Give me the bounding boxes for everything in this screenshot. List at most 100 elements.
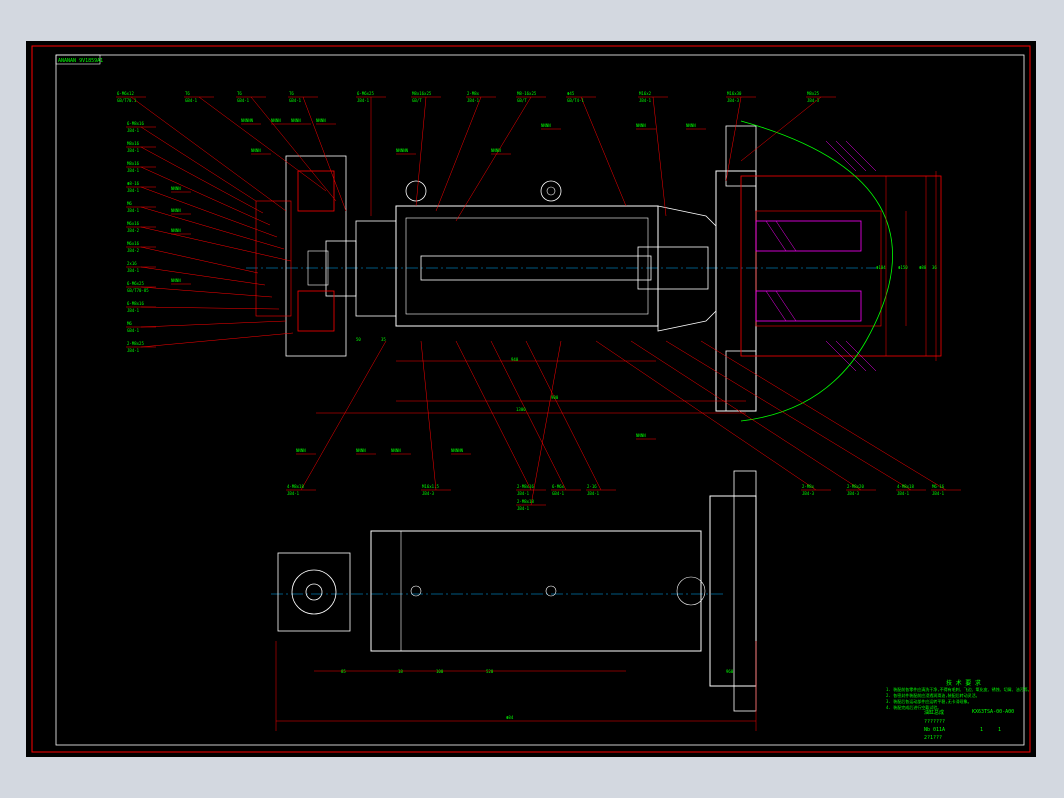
shaft-section (755, 220, 862, 252)
drawing-name: 油缸总成 (924, 710, 945, 716)
part-tag-label: NNNN (171, 208, 181, 213)
callout: 2x16 JB4-1 (126, 261, 266, 286)
callout-standard: JB4-1 (357, 98, 370, 103)
callout: M16x1.5 JB4-3 (420, 340, 451, 496)
callout-spec: 2-M8x25 (127, 341, 144, 346)
callout-standard: JB4-1 (127, 308, 140, 313)
part-tag: NNNN (636, 123, 656, 130)
part-tag: NNNN (636, 433, 656, 440)
callout-spec: 2-M8x (802, 484, 815, 489)
callout-spec: T6 (237, 91, 242, 96)
part-tag-label: NNNN (541, 123, 551, 128)
callout: 2-M8x20 JB4-3 (630, 340, 876, 496)
callout-spec: M6-16 (932, 484, 945, 489)
callout-standard: JB4-1 (127, 268, 140, 273)
callout-spec: M6x16 (127, 241, 140, 246)
callout-spec: 2-M8x18 (517, 499, 534, 504)
callout-standard: GB4-1 (552, 491, 565, 496)
callout-standard: JB4-1 (467, 98, 480, 103)
break-arc (740, 120, 893, 422)
dimension-value: 36 (932, 265, 937, 270)
callout-standard: JB4-3 (727, 98, 740, 103)
part-tag-label: NNNNN (396, 148, 409, 153)
callout-spec: M16x30 (727, 91, 742, 96)
callout: M16x30 JB4-3 (725, 91, 756, 182)
part-tag: NNNN (171, 228, 191, 235)
callout-standard: JB4-1 (517, 491, 530, 496)
gearbox-plan (277, 552, 351, 632)
cylinder-body-plan (370, 530, 702, 652)
dimension-value: 520 (486, 669, 494, 674)
callout-spec: M8x16 (127, 161, 140, 166)
callout-spec: 4-M8x18 (897, 484, 914, 489)
callout-standard: GB4-1 (185, 98, 198, 103)
part-tag: NNNN (171, 208, 191, 215)
part-tag-label: NNNNN (451, 448, 464, 453)
callout: T6 GB4-1 (288, 91, 347, 212)
dimension-value: Φ84 (506, 715, 514, 720)
assembly-drawing: ANANAN 9V1859A1 6-M6x12GB/T70.1T6GB4-1T6… (31, 45, 1031, 753)
callout-spec: 6-M6x25 (357, 91, 374, 96)
callout-layer: 6-M6x12GB/T70.1T6GB4-1T6GB4-1T6GB4-16-M6… (116, 91, 961, 511)
callout-spec: T6 (185, 91, 190, 96)
callout-standard: JB4-3 (802, 491, 815, 496)
part-tag-label: NNNN (296, 448, 306, 453)
callout-standard: GB4-1 (127, 328, 140, 333)
callout-standard: JB4-1 (587, 491, 600, 496)
part-tag: NNNN (541, 123, 561, 130)
part-tag-label: NNNN (251, 148, 261, 153)
part-tag-label: NNNN (356, 448, 366, 453)
callout-standard: JB4-1 (897, 491, 910, 496)
callout-spec: 2-16 (587, 484, 597, 489)
callout-spec: M8x16 (127, 141, 140, 146)
lifting-eye (405, 180, 427, 202)
callout-standard: JB4-1 (287, 491, 300, 496)
dimension-value: Φ150 (898, 265, 908, 270)
plan-view (271, 470, 757, 731)
callout-standard: GB/T70.1 (117, 98, 137, 103)
callout-standard: JB4-1 (127, 208, 140, 213)
lifting-eye (540, 180, 562, 202)
callout: M16x2 JB4-1 (638, 91, 668, 217)
cylinder-tube (395, 205, 659, 327)
callout: Φ45 GB/T4-1 (566, 91, 627, 207)
callout-spec: M8x25 (807, 91, 820, 96)
callout-spec: Φ8-16 (127, 181, 140, 186)
callout: 6-M6x25 JB4-1 (356, 91, 386, 216)
callout: M8x16 JB4-1 (126, 141, 264, 214)
dimension-value: 900 (551, 395, 559, 400)
part-tag-label: NNNN (391, 448, 401, 453)
dimension-value: 960 (726, 669, 734, 674)
callout-spec: M8-16x25 (517, 91, 537, 96)
callout-spec: M8x16x25 (412, 91, 432, 96)
callout-standard: JB4-1 (639, 98, 652, 103)
part-tag: NNNN (291, 118, 311, 125)
callout-spec: M6x16 (127, 221, 140, 226)
callout-standard: JB4-3 (847, 491, 860, 496)
dimension-value: 50 (356, 337, 361, 342)
callout: M6 GB4-1 (126, 320, 287, 333)
callout-spec: M6 (127, 201, 132, 206)
outer-frame (31, 45, 1031, 753)
dimension-value: Φ88 (919, 265, 927, 270)
front-flange (657, 205, 717, 332)
tag-layer: NNNNN NNNN NNNN NNNNNNNNN NNNNNNNN NNNN NNNNNN… (171, 118, 706, 455)
section-view (246, 120, 942, 422)
material: Nb 011A (924, 727, 946, 733)
callout-spec: 6-M8x16 (127, 301, 144, 306)
callout-standard: JB4-1 (932, 491, 945, 496)
technical-notes: 技 术 要 求 1. 装配前各零件应清洗干净,不得有毛刺、飞边、氧化皮、锈蚀、切… (886, 681, 1056, 711)
callout-spec: 2-M8x (467, 91, 480, 96)
dimension-value: 940 (511, 357, 519, 362)
callout-standard: JB4-3 (807, 98, 820, 103)
part-tag: NNNN (271, 118, 291, 125)
callout: 4-M8x18 JB4-1 (665, 340, 926, 496)
part-tag-label: NNNN (171, 186, 181, 191)
part-tag-label: NNNNN (241, 118, 254, 123)
inner-frame (55, 54, 1025, 746)
part-tag: NNNNN (241, 118, 261, 125)
callout-spec: Φ45 (567, 91, 575, 96)
callout-standard: GB/T70-85 (127, 288, 149, 293)
part-tag: NNNN (171, 278, 191, 285)
callout: 2-M8x JB4-3 (595, 340, 831, 496)
